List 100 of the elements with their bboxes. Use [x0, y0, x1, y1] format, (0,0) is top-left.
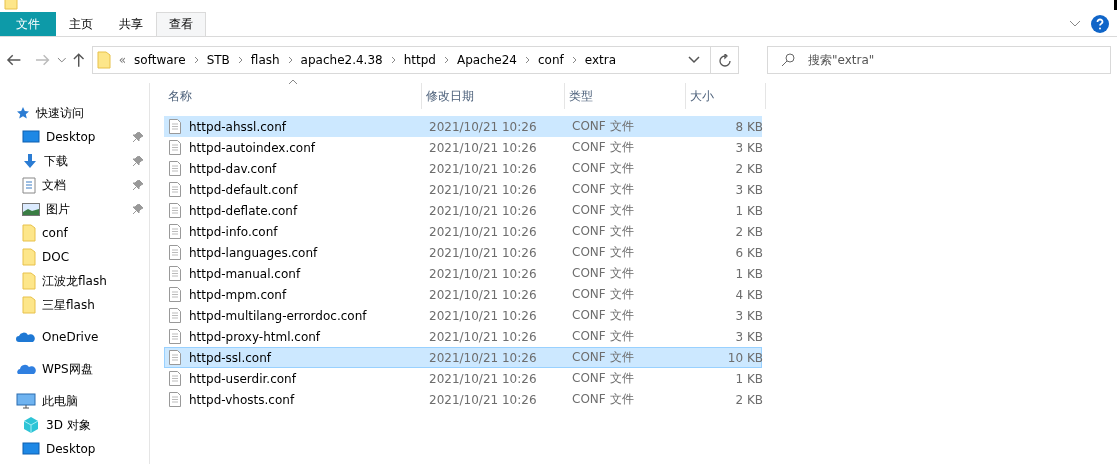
- ribbon-tab[interactable]: 主页: [56, 12, 106, 36]
- search-field[interactable]: 搜索"extra": [767, 46, 1111, 74]
- file-row[interactable]: httpd-deflate.conf 2021/10/21 10:26 CONF 文件 1 KB: [164, 200, 762, 221]
- chevron-down-icon[interactable]: [1069, 20, 1081, 28]
- file-size: 2 KB: [734, 161, 764, 176]
- breadcrumb[interactable]: Apache24: [456, 53, 517, 67]
- address-bar[interactable]: « software STB flash apache2.4.38 httpd Apache24 conf extra: [91, 46, 712, 74]
- breadcrumb[interactable]: conf: [538, 53, 564, 67]
- file-row[interactable]: httpd-vhosts.conf 2021/10/21 10:26 CONF 文件 2 KB: [164, 389, 762, 410]
- file-type: CONF 文件: [571, 181, 635, 198]
- file-size: 6 KB: [734, 245, 764, 260]
- file-size: 1 KB: [734, 203, 764, 218]
- folder-icon: [22, 272, 36, 290]
- nav-item[interactable]: conf: [0, 221, 149, 245]
- file-icon: [169, 161, 181, 176]
- file-icon: [169, 266, 181, 281]
- chevron-right-icon: [193, 56, 199, 64]
- nav-item[interactable]: OneDrive: [0, 325, 149, 349]
- column-header[interactable]: 类型: [565, 83, 686, 109]
- breadcrumb[interactable]: httpd: [403, 53, 436, 67]
- file-name: httpd-manual.conf: [189, 266, 301, 281]
- file-size: 8 KB: [734, 119, 764, 134]
- ribbon-tab[interactable]: 共享: [106, 12, 156, 36]
- nav-item[interactable]: 文档: [0, 173, 149, 197]
- file-row[interactable]: httpd-multilang-errordoc.conf 2021/10/21 10:26 CONF 文件 3 KB: [164, 305, 762, 326]
- file-row[interactable]: httpd-dav.conf 2021/10/21 10:26 CONF 文件 2 KB: [164, 158, 762, 179]
- file-name: httpd-deflate.conf: [189, 203, 298, 218]
- file-name: httpd-userdir.conf: [189, 371, 296, 386]
- file-size: 3 KB: [734, 182, 764, 197]
- file-name: httpd-proxy-html.conf: [189, 329, 321, 344]
- modified-date: 2021/10/21 10:26: [428, 287, 538, 302]
- column-header[interactable]: 名称: [164, 83, 422, 109]
- file-type: CONF 文件: [571, 370, 635, 387]
- chevron-down-icon[interactable]: [688, 56, 701, 64]
- breadcrumb[interactable]: flash: [250, 53, 280, 67]
- modified-date: 2021/10/21 10:26: [428, 161, 538, 176]
- file-icon: [169, 287, 181, 302]
- nav-item[interactable]: 江波龙flash: [0, 269, 149, 293]
- nav-item[interactable]: Desktop: [0, 125, 149, 149]
- breadcrumb[interactable]: STB: [206, 53, 230, 67]
- down-arrow-icon: [22, 153, 38, 169]
- file-type: CONF 文件: [571, 265, 635, 282]
- modified-date: 2021/10/21 10:26: [428, 308, 538, 323]
- modified-date: 2021/10/21 10:26: [428, 119, 538, 134]
- file-icon: [169, 224, 181, 239]
- nav-item[interactable]: 此电脑: [0, 389, 149, 413]
- star-icon: [16, 106, 30, 120]
- breadcrumb[interactable]: apache2.4.38: [300, 53, 383, 67]
- file-row[interactable]: httpd-ssl.conf 2021/10/21 10:26 CONF 文件 10 KB: [164, 347, 762, 368]
- nav-item[interactable]: DOC: [0, 245, 149, 269]
- modified-date: 2021/10/21 10:26: [428, 350, 538, 365]
- up-icon[interactable]: [72, 52, 86, 68]
- file-size: 3 KB: [734, 329, 764, 344]
- file-row[interactable]: httpd-languages.conf 2021/10/21 10:26 CONF 文件 6 KB: [164, 242, 762, 263]
- overflow-chevron[interactable]: «: [118, 53, 127, 67]
- ribbon-tab[interactable]: 查看: [156, 12, 206, 36]
- file-icon: [169, 350, 181, 365]
- file-name: httpd-info.conf: [189, 224, 278, 239]
- file-name: httpd-default.conf: [189, 182, 298, 197]
- back-icon[interactable]: [6, 53, 22, 67]
- file-icon: [169, 203, 181, 218]
- cloud-icon: [16, 363, 36, 375]
- file-icon: [169, 392, 181, 407]
- folder-icon: [96, 51, 111, 69]
- nav-item[interactable]: Desktop: [0, 437, 149, 461]
- file-size: 2 KB: [734, 224, 764, 239]
- breadcrumb[interactable]: software: [134, 53, 186, 67]
- nav-item[interactable]: 3D 对象: [0, 413, 149, 437]
- chevron-right-icon: [443, 56, 449, 64]
- modified-date: 2021/10/21 10:26: [428, 392, 538, 407]
- breadcrumb[interactable]: extra: [584, 53, 617, 67]
- file-row[interactable]: httpd-mpm.conf 2021/10/21 10:26 CONF 文件 4 KB: [164, 284, 762, 305]
- nav-item[interactable]: WPS网盘: [0, 357, 149, 381]
- modified-date: 2021/10/21 10:26: [428, 266, 538, 281]
- nav-item[interactable]: 三星flash: [0, 293, 149, 317]
- dropdown-icon[interactable]: [56, 57, 67, 63]
- column-header[interactable]: 大小: [686, 83, 766, 109]
- nav-item[interactable]: 图片: [0, 197, 149, 221]
- file-name: httpd-vhosts.conf: [189, 392, 295, 407]
- file-row[interactable]: httpd-ahssl.conf 2021/10/21 10:26 CONF 文件 8 KB: [164, 116, 762, 137]
- help-icon[interactable]: [1091, 15, 1109, 33]
- file-type: CONF 文件: [571, 160, 635, 177]
- file-row[interactable]: httpd-autoindex.conf 2021/10/21 10:26 CONF 文件 3 KB: [164, 137, 762, 158]
- file-row[interactable]: httpd-userdir.conf 2021/10/21 10:26 CONF 文件 1 KB: [164, 368, 762, 389]
- file-name: httpd-multilang-errordoc.conf: [189, 308, 367, 323]
- nav-item[interactable]: 下载: [0, 149, 149, 173]
- file-row[interactable]: httpd-default.conf 2021/10/21 10:26 CONF 文件 3 KB: [164, 179, 762, 200]
- nav-item[interactable]: 快速访问: [0, 101, 149, 125]
- file-type: CONF 文件: [571, 391, 635, 408]
- folder-icon: [22, 224, 36, 242]
- file-type: CONF 文件: [571, 307, 635, 324]
- folder-icon: [22, 296, 36, 314]
- chevron-right-icon: [237, 56, 243, 64]
- file-type: CONF 文件: [571, 244, 635, 261]
- refresh-button[interactable]: [710, 46, 739, 74]
- file-row[interactable]: httpd-info.conf 2021/10/21 10:26 CONF 文件 2 KB: [164, 221, 762, 242]
- file-row[interactable]: httpd-proxy-html.conf 2021/10/21 10:26 CONF 文件 3 KB: [164, 326, 762, 347]
- column-header[interactable]: 修改日期: [422, 83, 565, 109]
- modified-date: 2021/10/21 10:26: [428, 371, 538, 386]
- file-row[interactable]: httpd-manual.conf 2021/10/21 10:26 CONF 文件 1 KB: [164, 263, 762, 284]
